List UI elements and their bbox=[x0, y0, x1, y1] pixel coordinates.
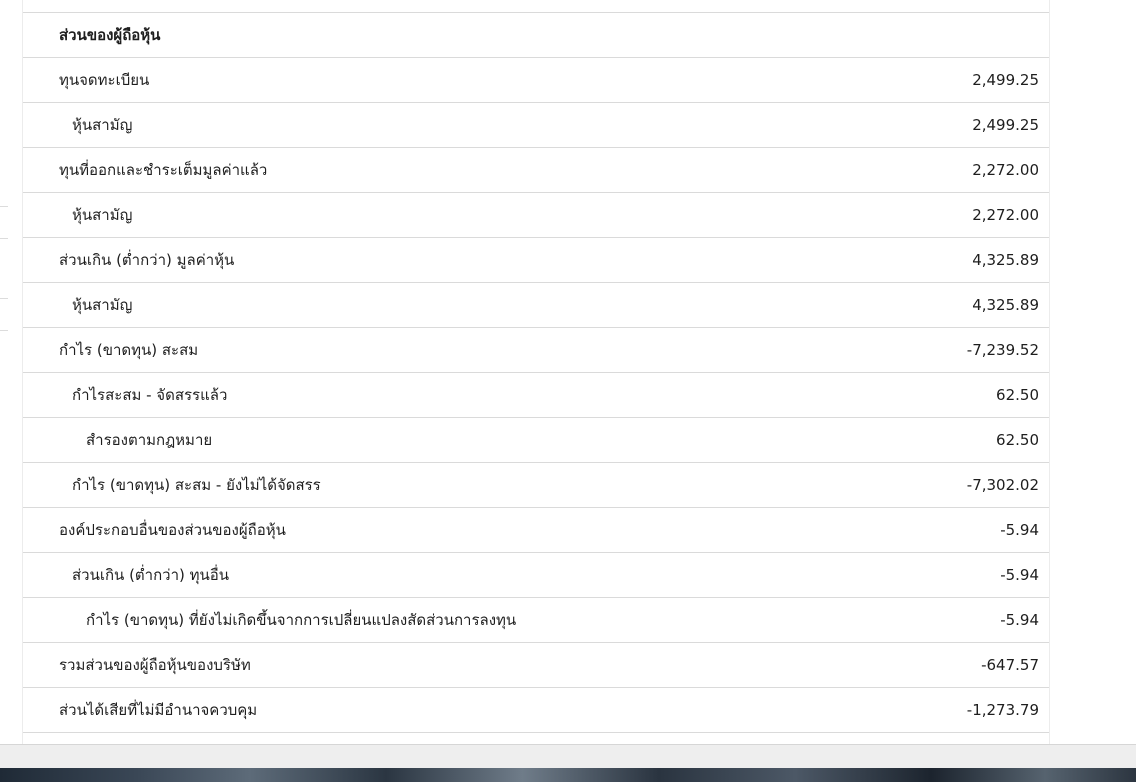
shareholders-equity-table: ส่วนของผู้ถือหุ้น ทุนจดทะเบียน 2,499.25 … bbox=[22, 0, 1050, 744]
table-row: สำรองตามกฎหมาย 62.50 bbox=[23, 418, 1049, 463]
browser-bottom-bar bbox=[0, 744, 1136, 768]
table-row: รวมส่วนของผู้ถือหุ้นของบริษัท -647.57 bbox=[23, 643, 1049, 688]
row-label: กำไร (ขาดทุน) สะสม bbox=[59, 341, 199, 359]
row-label: หุ้นสามัญ bbox=[72, 206, 133, 224]
row-value: 2,272.00 bbox=[972, 206, 1039, 224]
page: ส่วนของผู้ถือหุ้น ทุนจดทะเบียน 2,499.25 … bbox=[0, 0, 1136, 782]
row-value: -7,239.52 bbox=[966, 341, 1039, 359]
row-label: รวมส่วนของผู้ถือหุ้นของบริษัท bbox=[59, 656, 251, 674]
row-value: -7,302.02 bbox=[966, 476, 1039, 494]
table-row: หุ้นสามัญ 2,272.00 bbox=[23, 193, 1049, 238]
section-title: ส่วนของผู้ถือหุ้น bbox=[59, 26, 161, 44]
table-row: กำไร (ขาดทุน) ที่ยังไม่เกิดขึ้นจากการเปล… bbox=[23, 598, 1049, 643]
row-value: 62.50 bbox=[996, 431, 1039, 449]
row-value: 62.50 bbox=[996, 386, 1039, 404]
row-label: ส่วนได้เสียที่ไม่มีอำนาจควบคุม bbox=[59, 701, 258, 719]
table-row: กำไรสะสม - จัดสรรแล้ว 62.50 bbox=[23, 373, 1049, 418]
row-label: กำไร (ขาดทุน) ที่ยังไม่เกิดขึ้นจากการเปล… bbox=[86, 611, 517, 629]
table-row: ส่วนเกิน (ต่ำกว่า) มูลค่าหุ้น 4,325.89 bbox=[23, 238, 1049, 283]
table-row: หุ้นสามัญ 4,325.89 bbox=[23, 283, 1049, 328]
row-value: -1,273.79 bbox=[966, 701, 1039, 719]
row-label: หุ้นสามัญ bbox=[72, 296, 133, 314]
row-value: -5.94 bbox=[1000, 521, 1039, 539]
row-label: องค์ประกอบอื่นของส่วนของผู้ถือหุ้น bbox=[59, 521, 286, 539]
row-value: 2,272.00 bbox=[972, 161, 1039, 179]
table-row: หุ้นสามัญ 2,499.25 bbox=[23, 103, 1049, 148]
left-edge-divider bbox=[0, 206, 8, 207]
table-row: องค์ประกอบอื่นของส่วนของผู้ถือหุ้น -5.94 bbox=[23, 508, 1049, 553]
row-value: -5.94 bbox=[1000, 566, 1039, 584]
row-label: สำรองตามกฎหมาย bbox=[86, 431, 213, 449]
row-label: หุ้นสามัญ bbox=[72, 116, 133, 134]
row-label: ทุนจดทะเบียน bbox=[59, 71, 150, 89]
left-edge-divider bbox=[0, 238, 8, 239]
table-row: กำไร (ขาดทุน) สะสม - ยังไม่ได้จัดสรร -7,… bbox=[23, 463, 1049, 508]
row-label: ส่วนเกิน (ต่ำกว่า) มูลค่าหุ้น bbox=[59, 251, 235, 269]
desktop-background-strip bbox=[0, 768, 1136, 782]
row-label: ทุนที่ออกและชำระเต็มมูลค่าแล้ว bbox=[59, 161, 268, 179]
row-value: 2,499.25 bbox=[972, 71, 1039, 89]
table-row: ทุนจดทะเบียน 2,499.25 bbox=[23, 58, 1049, 103]
row-label: กำไร (ขาดทุน) สะสม - ยังไม่ได้จัดสรร bbox=[72, 476, 321, 494]
left-edge-divider bbox=[0, 330, 8, 331]
table-row: ทุนที่ออกและชำระเต็มมูลค่าแล้ว 2,272.00 bbox=[23, 148, 1049, 193]
row-value: 4,325.89 bbox=[972, 251, 1039, 269]
table-row: ส่วนได้เสียที่ไม่มีอำนาจควบคุม -1,273.79 bbox=[23, 688, 1049, 733]
row-value: -5.94 bbox=[1000, 611, 1039, 629]
row-label: ส่วนเกิน (ต่ำกว่า) ทุนอื่น bbox=[72, 566, 230, 584]
row-value: 2,499.25 bbox=[972, 116, 1039, 134]
table-row: ส่วนเกิน (ต่ำกว่า) ทุนอื่น -5.94 bbox=[23, 553, 1049, 598]
left-edge-strip bbox=[0, 0, 22, 744]
row-label: กำไรสะสม - จัดสรรแล้ว bbox=[72, 386, 228, 404]
section-header-row: ส่วนของผู้ถือหุ้น bbox=[23, 13, 1049, 58]
table-row: กำไร (ขาดทุน) สะสม -7,239.52 bbox=[23, 328, 1049, 373]
row-value: 4,325.89 bbox=[972, 296, 1039, 314]
left-edge-divider bbox=[0, 298, 8, 299]
table-rows: ส่วนของผู้ถือหุ้น ทุนจดทะเบียน 2,499.25 … bbox=[23, 13, 1049, 733]
row-value: -647.57 bbox=[981, 656, 1039, 674]
